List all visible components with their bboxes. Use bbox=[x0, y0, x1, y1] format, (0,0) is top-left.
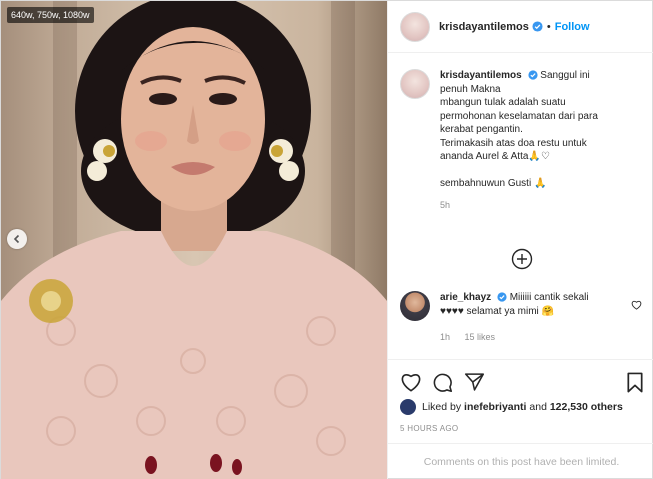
chevron-left-icon bbox=[13, 234, 20, 244]
commenter-username[interactable]: arie_khayz bbox=[440, 292, 491, 303]
image-size-badge: 640w, 750w, 1080w bbox=[7, 7, 94, 23]
caption-line: sembahnuwun Gusti 🙏 bbox=[440, 177, 547, 189]
caption-line: mbangun tulak adalah suatu bbox=[440, 97, 566, 108]
post-timestamp[interactable]: 5 HOURS AGO bbox=[400, 424, 458, 433]
verified-badge-icon bbox=[497, 292, 507, 302]
caption-line: ananda Aurel & Atta🙏♡ bbox=[440, 151, 550, 162]
bookmark-icon bbox=[627, 372, 643, 393]
instagram-post: 640w, 750w, 1080w krisdayantilemos • Fol… bbox=[0, 0, 653, 479]
post-side-panel: krisdayantilemos • Follow krisdayantilem… bbox=[387, 1, 653, 479]
caption-line: penuh Makna bbox=[440, 83, 501, 95]
likes-middle: and bbox=[529, 401, 547, 413]
portrait-illustration bbox=[1, 1, 387, 479]
caption-line: Terimakasih atas doa restu untuk bbox=[440, 137, 587, 149]
post-header: krisdayantilemos • Follow bbox=[388, 1, 653, 53]
comment-button[interactable] bbox=[432, 372, 453, 398]
caption: krisdayantilemos Sanggul ini penuh Makna… bbox=[400, 69, 648, 213]
comment-line: Miiiiii cantik sekali bbox=[509, 292, 589, 303]
caption-time[interactable]: 5h bbox=[440, 199, 640, 213]
comment-time[interactable]: 1h bbox=[440, 332, 450, 342]
caption-line: permohonan keselamatan dari para bbox=[440, 110, 598, 122]
likes-summary[interactable]: Liked by inefebriyanti and 122,530 other… bbox=[400, 399, 623, 415]
author-username[interactable]: krisdayantilemos bbox=[439, 21, 529, 33]
caption-author-avatar[interactable] bbox=[400, 69, 430, 99]
post-photo[interactable]: 640w, 750w, 1080w bbox=[1, 1, 387, 479]
comment-likes[interactable]: 15 likes bbox=[465, 332, 496, 342]
load-more-comments-button[interactable] bbox=[511, 248, 533, 270]
commenter-avatar[interactable] bbox=[400, 291, 430, 321]
caption-line: kerabat pengantin. bbox=[440, 124, 523, 135]
heart-icon bbox=[631, 300, 642, 310]
comment-bubble-icon bbox=[433, 373, 453, 393]
caption-line: Sanggul ini bbox=[540, 70, 590, 81]
likes-prefix: Liked by bbox=[422, 401, 462, 413]
caption-username[interactable]: krisdayantilemos bbox=[440, 70, 522, 81]
liker-username[interactable]: inefebriyanti bbox=[464, 401, 526, 413]
comments-limited-notice: Comments on this post have been limited. bbox=[388, 443, 653, 479]
paper-plane-icon bbox=[464, 373, 485, 391]
save-button[interactable] bbox=[626, 372, 644, 398]
verified-badge-icon bbox=[532, 21, 543, 32]
action-bar bbox=[388, 359, 653, 401]
header-separator: • bbox=[546, 20, 551, 33]
comment-text: arie_khayz Miiiiii cantik sekali ♥♥♥♥ se… bbox=[440, 291, 620, 344]
comment-meta: 1h 15 likes bbox=[440, 330, 620, 344]
comment-item: arie_khayz Miiiiii cantik sekali ♥♥♥♥ se… bbox=[400, 291, 648, 344]
comment-line: ♥♥♥♥ selamat ya mimi 🤗 bbox=[440, 306, 554, 317]
plus-circle-icon bbox=[511, 248, 533, 270]
caption-text: krisdayantilemos Sanggul ini penuh Makna… bbox=[440, 69, 640, 213]
author-avatar[interactable] bbox=[400, 11, 430, 42]
follow-button[interactable]: Follow bbox=[555, 21, 590, 33]
likes-count[interactable]: 122,530 others bbox=[550, 401, 623, 413]
verified-badge-icon bbox=[527, 70, 538, 80]
previous-image-button[interactable] bbox=[7, 229, 27, 249]
like-button[interactable] bbox=[400, 372, 422, 397]
heart-icon bbox=[401, 374, 421, 392]
share-button[interactable] bbox=[464, 372, 485, 397]
like-comment-button[interactable] bbox=[631, 297, 642, 315]
liker-avatar bbox=[400, 399, 416, 415]
comments-section: krisdayantilemos Sanggul ini penuh Makna… bbox=[388, 53, 653, 359]
